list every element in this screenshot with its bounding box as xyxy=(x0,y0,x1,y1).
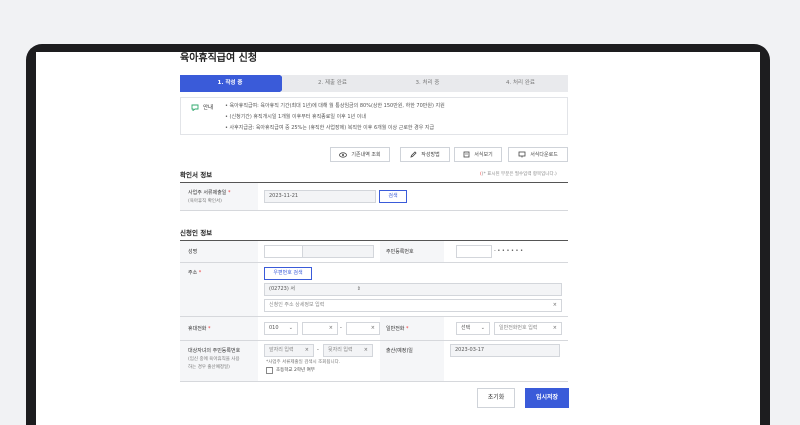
required-note: ((* 표시된 부분은 필수입력 항목입니다.) xyxy=(480,172,557,177)
monitor-icon xyxy=(518,151,526,158)
rrn-front-field[interactable] xyxy=(456,245,492,258)
child-sub1: (임신 중에 육아휴직을 사용 xyxy=(188,357,240,362)
save-draft-button[interactable]: 임시저장 xyxy=(525,388,569,408)
step-4: 4. 처리 완료 xyxy=(506,80,535,86)
info-header: 안내 xyxy=(191,103,213,111)
info-line-2: • (신청기간) 휴직개시일 1개월 이후부터 휴직종료일 이후 1년 이내 xyxy=(225,114,366,120)
dash-separator: - xyxy=(340,325,342,331)
reset-button[interactable]: 초기화 xyxy=(477,388,515,408)
receipt-date-field[interactable]: 2023-11-21 xyxy=(264,190,376,203)
chevron-down-icon: ⌄ xyxy=(480,325,485,331)
info-line-1: • 육아휴직급여: 육아휴직 기간(최대 1년)에 대해 월 통상임금의 80%… xyxy=(225,103,445,109)
due-date-field[interactable]: 2023-03-17 xyxy=(450,344,560,357)
due-label: 출산(예정)일 xyxy=(386,348,413,354)
chevron-icon: ⇕ xyxy=(356,286,361,292)
child-label-cell: 대상자녀의 주민등록번호 (임신 중에 육아휴직을 사용 하는 경우 출산예정일… xyxy=(180,341,258,381)
info-label: 안내 xyxy=(203,105,214,111)
child-label: 대상자녀의 주민등록번호 xyxy=(188,348,241,354)
eye-icon xyxy=(339,151,348,158)
mobile-last-field[interactable]: × xyxy=(346,322,380,335)
step-1: 1. 작성 중 xyxy=(217,80,243,86)
guide-label: 작성방법 xyxy=(421,152,440,158)
mobile-middle-field[interactable]: × xyxy=(302,322,338,335)
speech-bubble-icon xyxy=(191,104,199,111)
clear-icon[interactable]: × xyxy=(305,345,309,356)
address-label: 주소 * xyxy=(188,270,202,276)
address-detail-field[interactable]: 신청인 주소 상세정보 입력 × xyxy=(264,299,562,312)
download-label: 서식다운로드 xyxy=(530,152,558,158)
address-field[interactable]: (02723) 서 ⇕ xyxy=(264,283,562,296)
clear-icon[interactable]: × xyxy=(553,300,557,311)
mobile-label-cell: 휴대전화 * xyxy=(180,317,258,340)
clear-icon[interactable]: × xyxy=(329,323,333,334)
mobile-prefix-select[interactable]: 010 ⌄ xyxy=(264,322,298,335)
name-field[interactable] xyxy=(264,245,374,258)
page-title: 육아휴직급여 신청 xyxy=(180,53,258,64)
receipt-label: 사업주 서류제출일 * xyxy=(188,190,231,196)
due-label-cell: 출산(예정)일 xyxy=(380,341,444,381)
receipt-search-button[interactable]: 검색 xyxy=(379,190,407,203)
form-view-label: 서식보기 xyxy=(474,152,493,158)
child-sub2: 하는 경우 출산예정일) xyxy=(188,365,230,370)
history-label: 기존내역 조회 xyxy=(351,152,381,158)
clear-icon[interactable]: × xyxy=(553,323,557,334)
rrn-masked: - • • • • • • xyxy=(494,248,524,254)
child-rrn-back-field[interactable]: 뒷자리 입력 × xyxy=(323,344,373,357)
row-divider xyxy=(180,210,568,211)
clear-icon[interactable]: × xyxy=(371,323,375,334)
rrn-label-cell: 주민등록번호 xyxy=(380,241,444,262)
elementary-checkbox[interactable] xyxy=(266,367,273,374)
phone-label-cell: 일반전화 * xyxy=(380,317,444,340)
rrn-label: 주민등록번호 xyxy=(386,249,414,255)
applicant-section-title: 신청인 정보 xyxy=(180,229,213,237)
phone-area-select[interactable]: 선택 ⌄ xyxy=(456,322,490,335)
elementary-checkbox-label: 초등학교 2학년 여부 xyxy=(276,368,315,373)
child-rrn-front-field[interactable]: 앞자리 입력 × xyxy=(264,344,314,357)
chevron-down-icon: ⌄ xyxy=(288,325,293,331)
name-label-cell: 성명 xyxy=(180,241,258,262)
form-view-button[interactable]: 서식보기 xyxy=(454,147,502,162)
step-2: 2. 제출 완료 xyxy=(318,80,347,86)
confirm-section-title: 확인서 정보 xyxy=(180,171,213,179)
clear-icon[interactable]: × xyxy=(364,345,368,356)
receipt-sublabel: (육아휴직 확인서) xyxy=(188,199,222,204)
child-note: *사업주 서류제출일 검색시 조회됩니다. xyxy=(266,360,341,365)
guide-button[interactable]: 작성방법 xyxy=(400,147,450,162)
info-line-3: • 사후지급금: 육아휴직급여 중 25%는 (휴직한 사업장에) 복직한 이후… xyxy=(225,125,435,131)
receipt-label-cell: 사업주 서류제출일 * (육아휴직 확인서) xyxy=(180,183,258,210)
history-button[interactable]: 기존내역 조회 xyxy=(330,147,390,162)
phone-number-field[interactable]: 일반전화번호 입력 × xyxy=(494,322,562,335)
dash-separator: - xyxy=(317,347,319,353)
info-box: 안내 • 육아휴직급여: 육아휴직 기간(최대 1년)에 대해 월 통상임금의 … xyxy=(180,97,568,135)
zip-search-button[interactable]: 우편번호 검색 xyxy=(264,267,312,280)
pencil-icon xyxy=(410,151,417,158)
progress-steps: 1. 작성 중 2. 제출 완료 3. 처리 중 4. 처리 완료 xyxy=(180,75,568,92)
phone-label: 일반전화 * xyxy=(386,326,409,332)
name-label: 성명 xyxy=(188,249,198,255)
address-label-cell: 주소 * xyxy=(180,263,258,316)
app-screen: 육아휴직급여 신청 1. 작성 중 2. 제출 완료 3. 처리 중 4. 처리… xyxy=(36,52,760,425)
download-button[interactable]: 서식다운로드 xyxy=(508,147,568,162)
document-search-icon xyxy=(463,151,470,158)
row-divider xyxy=(180,381,568,382)
mobile-label: 휴대전화 * xyxy=(188,326,211,332)
step-3: 3. 처리 중 xyxy=(415,80,440,86)
